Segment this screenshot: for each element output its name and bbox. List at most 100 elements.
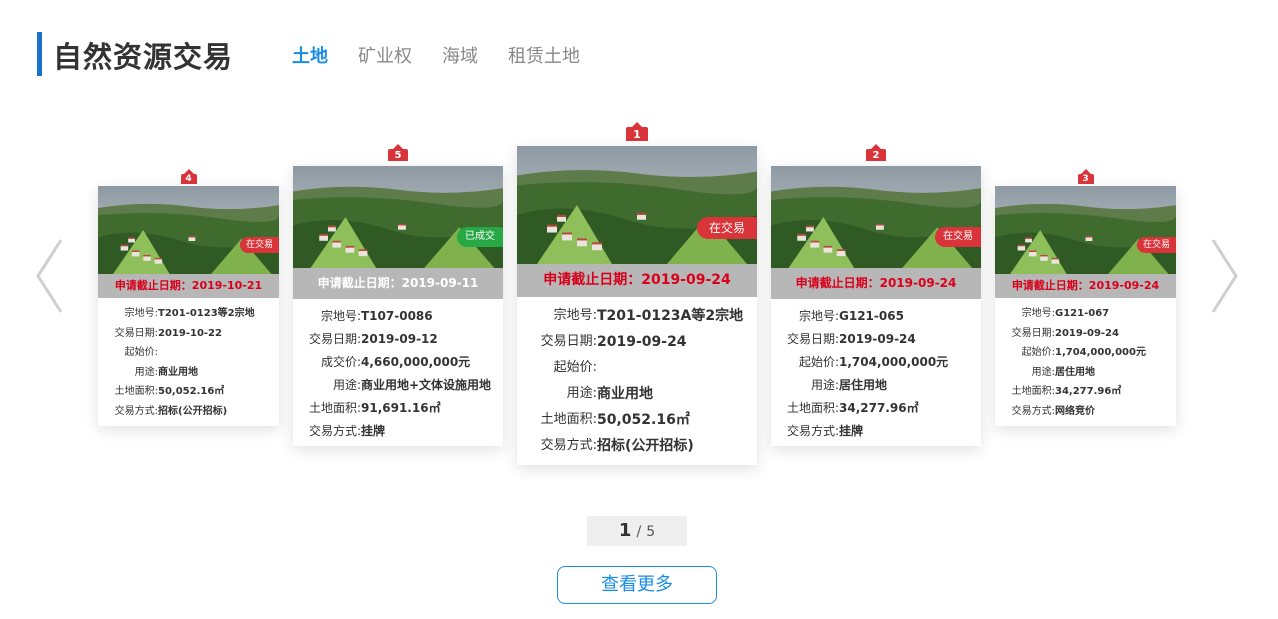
- field-value: 商业用地+文体设施用地: [361, 378, 492, 392]
- field-label: 土地面积:: [114, 386, 158, 397]
- field-value: 居住用地: [1055, 366, 1095, 378]
- info-row-usage: 用途: 商业用地: [517, 381, 757, 407]
- title-accent-bar: [37, 32, 42, 76]
- field-label: 用途:: [1031, 366, 1055, 378]
- field-value: 2019-09-12: [361, 332, 438, 346]
- info-row-method: 交易方式: 招标(公开招标): [98, 402, 279, 422]
- field-label: 用途:: [332, 378, 361, 392]
- field-label: 交易方式:: [308, 424, 361, 438]
- photo-frame: 已成交: [293, 166, 503, 268]
- rank-badge: 3: [1077, 174, 1094, 184]
- field-label: 用途:: [810, 378, 839, 392]
- info-row-date: 交易日期: 2019-09-12: [293, 328, 503, 351]
- photo-frame: 在交易: [517, 146, 757, 264]
- field-label: 用途:: [566, 386, 597, 401]
- field-value: 34,277.96㎡: [839, 401, 919, 415]
- deadline-banner: 申请截止日期：2019-09-24: [771, 268, 981, 299]
- land-card[interactable]: 4 在交易 申请截止日期：2019-10-21 宗地号: T201-0123等2…: [98, 174, 279, 426]
- field-label: 宗地号:: [320, 309, 361, 323]
- field-value: 商业用地: [597, 386, 653, 402]
- field-value: 挂牌: [839, 424, 864, 438]
- field-label: 交易日期:: [540, 334, 597, 349]
- field-label: 宗地号:: [124, 308, 158, 319]
- field-label: 交易方式:: [1011, 405, 1055, 417]
- tab-land[interactable]: 土地: [292, 42, 328, 68]
- carousel-next-button[interactable]: [1210, 238, 1240, 314]
- info-row-price: 成交价: 4,660,000,000元: [293, 351, 503, 374]
- info-row-date: 交易日期: 2019-09-24: [771, 328, 981, 351]
- field-value: 4,660,000,000元: [361, 355, 471, 369]
- tab-leased-land[interactable]: 租赁土地: [508, 42, 580, 68]
- total-pages: 5: [646, 524, 656, 540]
- photo-frame: 在交易: [98, 186, 279, 274]
- field-value: T107-0086: [361, 309, 433, 323]
- land-photo: [771, 166, 981, 268]
- field-value: T201-0123等2宗地: [158, 308, 255, 319]
- carousel-prev-button[interactable]: [34, 238, 64, 314]
- info-row-area: 土地面积: 91,691.16㎡: [293, 397, 503, 420]
- field-label: 交易日期:: [786, 332, 839, 346]
- field-value: 2019-10-22: [158, 327, 222, 339]
- land-card[interactable]: 1 在交易 申请截止日期：2019-09-24 宗地号: T201-0123A等…: [517, 127, 757, 465]
- field-label: 交易方式:: [114, 405, 158, 417]
- rank-badge: 5: [388, 149, 408, 161]
- field-value: 34,277.96㎡: [1055, 386, 1122, 397]
- info-list: 宗地号: G121-067 交易日期: 2019-09-24 起始价: 1,70…: [995, 298, 1176, 421]
- status-badge: 在交易: [1136, 237, 1176, 253]
- tab-sea-area[interactable]: 海域: [442, 42, 478, 68]
- field-value: 挂牌: [361, 424, 386, 438]
- field-label: 起始价:: [1021, 347, 1055, 358]
- info-row-date: 交易日期: 2019-09-24: [517, 329, 757, 355]
- photo-frame: 在交易: [771, 166, 981, 268]
- land-photo: [995, 186, 1176, 274]
- info-row-date: 交易日期: 2019-09-24: [995, 324, 1176, 344]
- land-card[interactable]: 2 在交易 申请截止日期：2019-09-24 宗地号: G121-065 交易…: [771, 149, 981, 446]
- rank-badge: 4: [180, 174, 197, 184]
- land-photo: [293, 166, 503, 268]
- info-row-usage: 用途: 商业用地+文体设施用地: [293, 374, 503, 397]
- info-row-area: 土地面积: 34,277.96㎡: [995, 382, 1176, 402]
- status-badge: 在交易: [935, 227, 981, 247]
- field-label: 宗地号:: [1021, 308, 1055, 319]
- info-row-method: 交易方式: 挂牌: [293, 420, 503, 443]
- info-row-date: 交易日期: 2019-10-22: [98, 324, 279, 344]
- page-separator: /: [636, 524, 642, 540]
- field-label: 交易日期:: [308, 332, 361, 346]
- info-list: 宗地号: G121-065 交易日期: 2019-09-24 起始价: 1,70…: [771, 299, 981, 443]
- info-row-area: 土地面积: 50,052.16㎡: [517, 407, 757, 433]
- land-card[interactable]: 5 已成交 申请截止日期：2019-09-11 宗地号: T107-0086 交…: [293, 149, 503, 446]
- field-value: G121-067: [1055, 308, 1110, 319]
- land-card[interactable]: 3 在交易 申请截止日期：2019-09-24 宗地号: G121-067 交易…: [995, 174, 1176, 426]
- field-value: 网络竞价: [1055, 405, 1095, 417]
- info-row-method: 交易方式: 招标(公开招标): [517, 433, 757, 459]
- info-row-code: 宗地号: T107-0086: [293, 305, 503, 328]
- deadline-banner: 申请截止日期：2019-09-11: [293, 268, 503, 299]
- field-value: 1,704,000,000元: [1055, 347, 1146, 358]
- field-label: 成交价:: [320, 355, 361, 369]
- photo-frame: 在交易: [995, 186, 1176, 274]
- info-row-price: 起始价: 1,704,000,000元: [995, 343, 1176, 363]
- info-row-price: 起始价:: [98, 343, 279, 363]
- info-row-code: 宗地号: G121-067: [995, 304, 1176, 324]
- tab-mining-rights[interactable]: 矿业权: [358, 42, 412, 68]
- field-label: 起始价:: [798, 355, 839, 369]
- page-title: 自然资源交易: [53, 40, 234, 74]
- field-value: 2019-09-24: [597, 334, 687, 350]
- land-photo: [517, 146, 757, 264]
- view-more-button[interactable]: 查看更多: [557, 566, 717, 604]
- info-row-code: 宗地号: G121-065: [771, 305, 981, 328]
- field-label: 宗地号:: [553, 308, 597, 323]
- field-value: 50,052.16㎡: [597, 412, 690, 428]
- field-label: 土地面积:: [308, 401, 361, 415]
- pagination-indicator: 1 / 5: [587, 516, 687, 546]
- field-value: 50,052.16㎡: [158, 386, 225, 397]
- deadline-banner: 申请截止日期：2019-09-24: [995, 274, 1176, 298]
- field-label: 起始价:: [124, 347, 158, 358]
- deadline-banner: 申请截止日期：2019-09-24: [517, 264, 757, 297]
- field-value: 招标(公开招标): [158, 405, 228, 417]
- field-value: 2019-09-24: [839, 332, 916, 346]
- rank-badge: 1: [626, 127, 648, 141]
- info-row-method: 交易方式: 挂牌: [771, 420, 981, 443]
- field-label: 交易方式:: [540, 438, 597, 453]
- field-label: 交易日期:: [1011, 327, 1055, 339]
